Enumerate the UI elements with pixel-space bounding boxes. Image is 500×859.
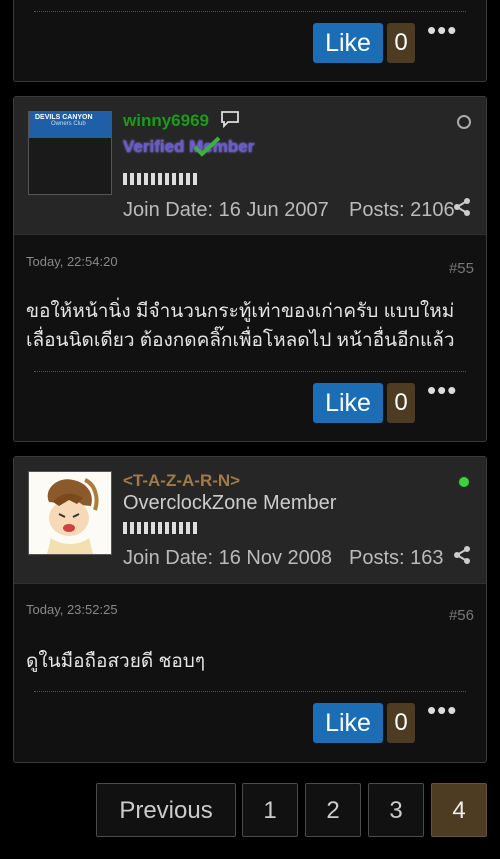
divider bbox=[34, 371, 466, 372]
divider bbox=[34, 11, 466, 12]
join-date: Join Date: 16 Jun 2007 bbox=[123, 199, 329, 221]
post-card-55: DEVILS CANYON Owners Club winny6969 Veri… bbox=[13, 96, 487, 442]
speech-bubble-icon[interactable] bbox=[220, 110, 240, 133]
post-card-56: <T-A-Z-A-R-N> OverclockZone Member Join … bbox=[13, 456, 487, 763]
user-info-panel: DEVILS CANYON Owners Club winny6969 Veri… bbox=[14, 97, 486, 235]
user-title: OverclockZone Member bbox=[123, 492, 337, 514]
share-icon[interactable] bbox=[453, 197, 471, 222]
more-options-icon[interactable]: ••• bbox=[427, 17, 457, 43]
user-info-panel: <T-A-Z-A-R-N> OverclockZone Member Join … bbox=[14, 457, 486, 584]
like-count: 0 bbox=[387, 703, 415, 743]
username[interactable]: winny6969 bbox=[123, 111, 209, 131]
online-status-icon bbox=[457, 475, 471, 489]
message-line: ดูในมือถือสวยดี ชอบๆ bbox=[26, 651, 206, 672]
message-line: เลื่อนนิดเดียว ต้องกดคลิ๊กเพื่อโหลดไป หน… bbox=[26, 330, 455, 351]
share-icon[interactable] bbox=[453, 545, 471, 570]
like-button[interactable]: Like bbox=[313, 383, 383, 423]
more-options-icon[interactable]: ••• bbox=[427, 697, 457, 723]
more-options-icon[interactable]: ••• bbox=[427, 377, 457, 403]
pointer-arrow bbox=[63, 572, 81, 583]
post-number[interactable]: #56 bbox=[449, 607, 474, 624]
like-button[interactable]: Like bbox=[313, 703, 383, 743]
reputation-bar bbox=[123, 173, 197, 185]
post-count: Posts: 163 bbox=[349, 547, 444, 569]
avatar-cartoon-icon bbox=[29, 472, 111, 554]
avatar-banner-subtext: Owners Club bbox=[51, 121, 86, 127]
post-message: ดูในมือถือสวยดี ชอบๆ bbox=[26, 647, 476, 676]
post-date: Today, 22:54:20 bbox=[26, 254, 118, 269]
page-button-4-current[interactable]: 4 bbox=[431, 783, 487, 837]
page-button-3[interactable]: 3 bbox=[368, 783, 424, 837]
avatar-banner: DEVILS CANYON Owners Club bbox=[29, 112, 111, 138]
avatar[interactable] bbox=[28, 471, 112, 555]
divider bbox=[34, 691, 466, 692]
avatar[interactable]: DEVILS CANYON Owners Club bbox=[28, 111, 112, 195]
like-button[interactable]: Like bbox=[313, 23, 383, 63]
offline-status-icon bbox=[457, 115, 471, 129]
like-count: 0 bbox=[387, 23, 415, 63]
previous-page-button[interactable]: Previous bbox=[96, 783, 236, 837]
page-button-2[interactable]: 2 bbox=[305, 783, 361, 837]
avatar-banner-text: DEVILS CANYON bbox=[35, 114, 93, 121]
post-number[interactable]: #55 bbox=[449, 260, 474, 277]
checkmark-icon bbox=[192, 135, 222, 162]
like-count: 0 bbox=[387, 383, 415, 423]
join-date: Join Date: 16 Nov 2008 bbox=[123, 547, 333, 569]
message-line: ขอให้หน้านิ่ง มีจำนวนกระทู้เท่าของเก่าคร… bbox=[26, 301, 455, 322]
post-card-previous: Like 0 ••• bbox=[13, 0, 487, 82]
page-button-1[interactable]: 1 bbox=[242, 783, 298, 837]
post-message: ขอให้หน้านิ่ง มีจำนวนกระทู้เท่าของเก่าคร… bbox=[26, 297, 476, 355]
reputation-bar bbox=[123, 522, 197, 534]
user-title: Verified Member bbox=[123, 137, 255, 156]
pointer-arrow bbox=[63, 223, 81, 234]
post-count: Posts: 2106 bbox=[349, 199, 455, 221]
post-date: Today, 23:52:25 bbox=[26, 602, 118, 617]
username[interactable]: <T-A-Z-A-R-N> bbox=[123, 471, 240, 491]
